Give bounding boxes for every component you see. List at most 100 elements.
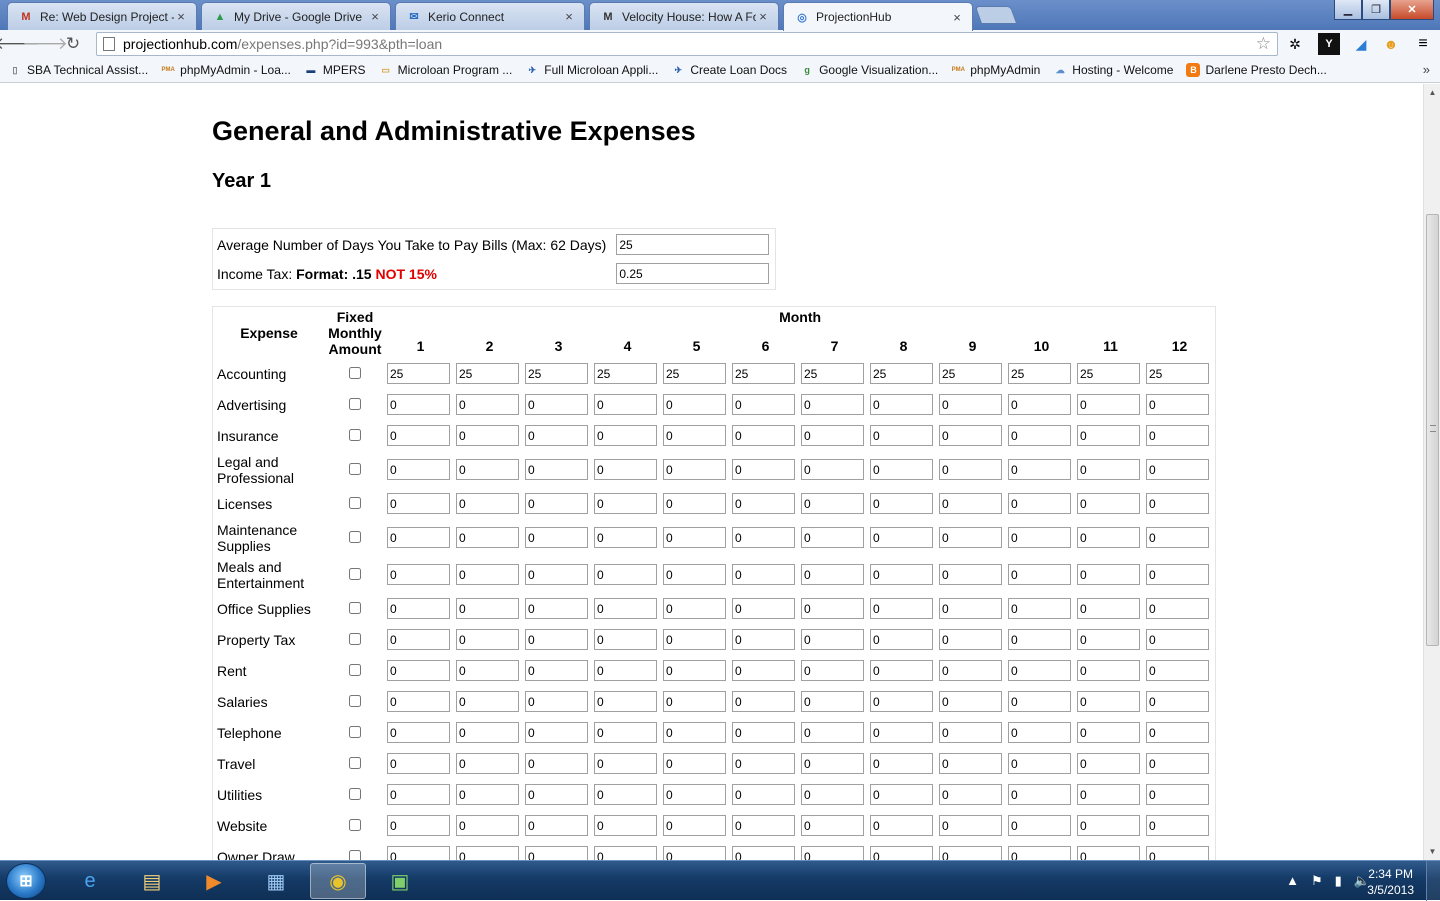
month-10-input[interactable] (1008, 691, 1071, 712)
fixed-amount-checkbox[interactable] (349, 567, 361, 580)
month-10-input[interactable] (1008, 363, 1071, 384)
month-5-input[interactable] (663, 394, 726, 415)
month-10-input[interactable] (1008, 459, 1071, 480)
month-2-input[interactable] (456, 598, 519, 619)
month-2-input[interactable] (456, 753, 519, 774)
extension-blue-icon[interactable]: ◢ (1350, 33, 1372, 55)
month-2-input[interactable] (456, 722, 519, 743)
month-11-input[interactable] (1077, 564, 1140, 585)
month-10-input[interactable] (1008, 425, 1071, 446)
close-tab-icon[interactable]: × (562, 9, 576, 24)
month-12-input[interactable] (1146, 784, 1209, 805)
month-2-input[interactable] (456, 815, 519, 836)
fixed-amount-checkbox[interactable] (349, 694, 361, 707)
month-9-input[interactable] (939, 660, 1002, 681)
month-10-input[interactable] (1008, 598, 1071, 619)
month-1-input[interactable] (387, 815, 450, 836)
month-10-input[interactable] (1008, 660, 1071, 681)
close-tab-icon[interactable]: × (756, 9, 770, 24)
month-6-input[interactable] (732, 629, 795, 650)
month-7-input[interactable] (801, 493, 864, 514)
month-10-input[interactable] (1008, 784, 1071, 805)
month-3-input[interactable] (525, 425, 588, 446)
system-clock[interactable]: 2:34 PM 3/5/2013 (1367, 866, 1414, 898)
month-12-input[interactable] (1146, 394, 1209, 415)
month-11-input[interactable] (1077, 846, 1140, 860)
month-6-input[interactable] (732, 753, 795, 774)
month-4-input[interactable] (594, 527, 657, 548)
month-8-input[interactable] (870, 784, 933, 805)
month-7-input[interactable] (801, 815, 864, 836)
month-9-input[interactable] (939, 846, 1002, 860)
month-1-input[interactable] (387, 846, 450, 860)
month-3-input[interactable] (525, 459, 588, 480)
month-1-input[interactable] (387, 425, 450, 446)
month-12-input[interactable] (1146, 425, 1209, 446)
start-button[interactable]: ⊞ (6, 863, 46, 899)
fixed-amount-checkbox[interactable] (349, 601, 361, 614)
month-11-input[interactable] (1077, 629, 1140, 650)
fixed-amount-checkbox[interactable] (349, 366, 361, 379)
month-11-input[interactable] (1077, 784, 1140, 805)
month-1-input[interactable] (387, 629, 450, 650)
bookmark-item[interactable]: PMA phpMyAdmin - Loa... (161, 63, 291, 77)
month-2-input[interactable] (456, 629, 519, 650)
month-4-input[interactable] (594, 493, 657, 514)
month-6-input[interactable] (732, 784, 795, 805)
month-2-input[interactable] (456, 493, 519, 514)
bookmark-item[interactable]: ▯ SBA Technical Assist... (8, 63, 149, 77)
month-6-input[interactable] (732, 493, 795, 514)
month-4-input[interactable] (594, 598, 657, 619)
month-8-input[interactable] (870, 660, 933, 681)
month-11-input[interactable] (1077, 598, 1140, 619)
month-11-input[interactable] (1077, 722, 1140, 743)
month-4-input[interactable] (594, 629, 657, 650)
month-6-input[interactable] (732, 527, 795, 548)
month-2-input[interactable] (456, 527, 519, 548)
fixed-amount-checkbox[interactable] (349, 787, 361, 800)
month-1-input[interactable] (387, 691, 450, 712)
month-2-input[interactable] (456, 363, 519, 384)
taskbar-app-button[interactable]: ▤ (124, 863, 180, 899)
month-7-input[interactable] (801, 784, 864, 805)
month-12-input[interactable] (1146, 691, 1209, 712)
month-11-input[interactable] (1077, 660, 1140, 681)
address-bar[interactable]: projectionhub.com/expenses.php?id=993&pt… (96, 32, 1278, 56)
month-3-input[interactable] (525, 527, 588, 548)
month-4-input[interactable] (594, 363, 657, 384)
month-12-input[interactable] (1146, 753, 1209, 774)
month-4-input[interactable] (594, 425, 657, 446)
month-5-input[interactable] (663, 846, 726, 860)
fixed-amount-checkbox[interactable] (349, 496, 361, 509)
month-10-input[interactable] (1008, 629, 1071, 650)
page-scrollbar[interactable]: ▲ ▼ (1423, 84, 1440, 860)
month-2-input[interactable] (456, 425, 519, 446)
month-2-input[interactable] (456, 691, 519, 712)
month-8-input[interactable] (870, 753, 933, 774)
month-9-input[interactable] (939, 691, 1002, 712)
month-5-input[interactable] (663, 629, 726, 650)
month-4-input[interactable] (594, 722, 657, 743)
month-5-input[interactable] (663, 363, 726, 384)
month-9-input[interactable] (939, 564, 1002, 585)
month-9-input[interactable] (939, 784, 1002, 805)
network-icon[interactable]: ▮ (1335, 873, 1342, 889)
month-3-input[interactable] (525, 598, 588, 619)
bookmark-item[interactable]: ✈ Full Microloan Appli... (525, 63, 659, 77)
extension-bug-icon[interactable]: ✲ (1284, 33, 1306, 55)
month-8-input[interactable] (870, 691, 933, 712)
month-12-input[interactable] (1146, 527, 1209, 548)
tab-google-drive[interactable]: ▲ My Drive - Google Drive × (201, 2, 391, 30)
month-5-input[interactable] (663, 722, 726, 743)
month-4-input[interactable] (594, 691, 657, 712)
month-7-input[interactable] (801, 629, 864, 650)
month-11-input[interactable] (1077, 493, 1140, 514)
taskbar-app-button[interactable]: ◉ (310, 863, 366, 899)
month-7-input[interactable] (801, 660, 864, 681)
month-1-input[interactable] (387, 564, 450, 585)
month-11-input[interactable] (1077, 459, 1140, 480)
month-4-input[interactable] (594, 660, 657, 681)
month-9-input[interactable] (939, 493, 1002, 514)
month-7-input[interactable] (801, 425, 864, 446)
month-6-input[interactable] (732, 660, 795, 681)
